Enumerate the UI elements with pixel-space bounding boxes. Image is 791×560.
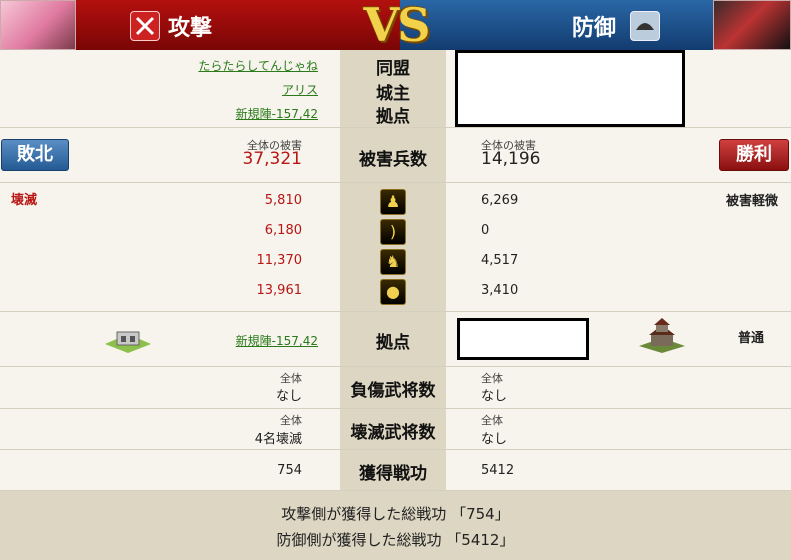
shield-icon	[630, 11, 660, 41]
attacker-alliance-link[interactable]: たらたらしてんじゃね	[150, 57, 318, 74]
defender-info-redacted	[455, 50, 685, 127]
defender-status: 被害軽微	[725, 194, 778, 209]
attacker-destroyed-caption: 全体	[280, 414, 302, 427]
victory-badge: 勝利	[719, 139, 789, 171]
attacker-total-damage: 37,321	[242, 149, 302, 169]
siege-icon: ●	[380, 279, 406, 305]
attacker-base-link[interactable]: 新規陣-157,42	[150, 105, 318, 122]
castle-icon	[637, 316, 687, 354]
defender-destroyed-caption: 全体	[481, 414, 503, 427]
attacker-injured-caption: 全体	[280, 372, 302, 385]
defender-total-damage: 14,196	[481, 149, 541, 169]
alliance-label: 同盟	[376, 59, 410, 79]
divider	[0, 449, 791, 450]
divider	[0, 408, 791, 409]
defender-avatar	[713, 0, 791, 50]
base2-label: 拠点	[376, 333, 410, 353]
destroyed-label: 壊滅武将数	[350, 423, 436, 443]
injured-label: 負傷武将数	[350, 381, 436, 401]
attacker-status: 壊滅	[11, 193, 38, 208]
defender-unit-loss: 6,269	[481, 193, 519, 208]
divider	[0, 127, 791, 128]
defender-base-redacted	[457, 318, 589, 360]
defender-unit-loss: 3,410	[481, 283, 519, 298]
attacker-unit-loss: 11,370	[256, 253, 303, 268]
attacker-unit-loss: 6,180	[264, 223, 302, 238]
camp-icon	[103, 326, 153, 354]
attacker-lord-link[interactable]: アリス	[150, 81, 318, 98]
defender-base-status: 普通	[738, 331, 765, 346]
damage-label: 被害兵数	[359, 150, 427, 170]
crossed-swords-icon	[130, 11, 160, 41]
defeat-badge: 敗北	[1, 139, 69, 171]
attacker-base2-link[interactable]: 新規陣-157,42	[150, 332, 318, 349]
defender-unit-loss: 0	[481, 223, 490, 238]
attacker-merit: 754	[277, 463, 302, 478]
divider	[0, 366, 791, 367]
lord-label: 城主	[376, 84, 410, 104]
defender-merit-summary: 防御側が獲得した総戦功 「5412」	[276, 531, 515, 549]
attacker-avatar	[0, 0, 76, 50]
defender-injured-value: なし	[481, 389, 508, 404]
merit-label: 獲得戦功	[359, 464, 427, 484]
defender-injured-caption: 全体	[481, 372, 503, 385]
attacker-merit-summary: 攻撃側が獲得した総戦功 「754」	[281, 505, 510, 523]
defender-destroyed-value: なし	[481, 432, 508, 447]
attacker-unit-loss: 13,961	[256, 283, 303, 298]
defender-merit: 5412	[481, 463, 515, 478]
divider	[0, 182, 791, 183]
defense-title: 防御	[572, 15, 617, 41]
divider	[0, 311, 791, 312]
attacker-injured-value: なし	[275, 389, 302, 404]
spearman-icon: ♟	[380, 189, 406, 215]
horse-icon: ♞	[380, 249, 406, 275]
attacker-unit-loss: 5,810	[264, 193, 302, 208]
attack-title: 攻撃	[168, 15, 213, 41]
attacker-destroyed-value: 4名壊滅	[254, 432, 302, 447]
base-label: 拠点	[376, 107, 410, 127]
defender-unit-loss: 4,517	[481, 253, 519, 268]
bow-icon: )	[380, 219, 406, 245]
vs-logo: VS	[363, 0, 431, 52]
